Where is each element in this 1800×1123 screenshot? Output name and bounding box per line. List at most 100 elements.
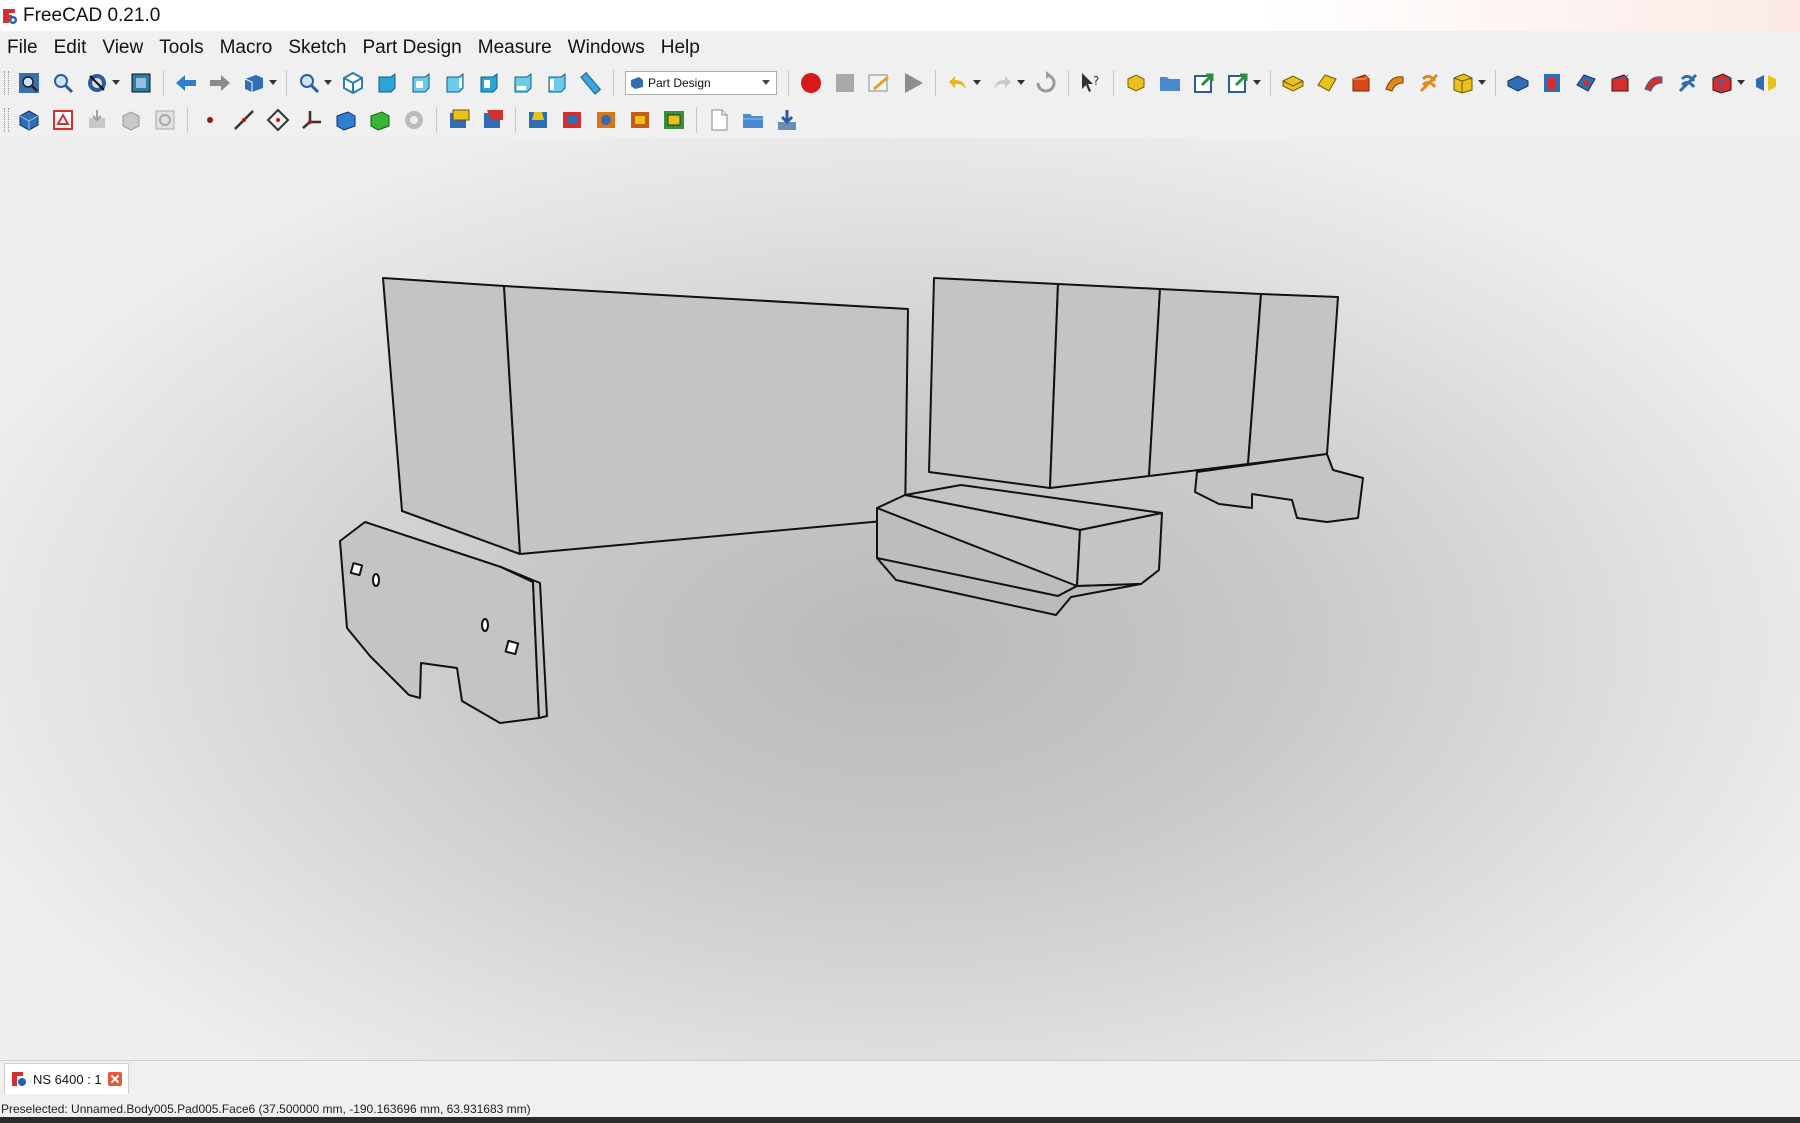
linear-pattern-icon[interactable] (661, 106, 687, 134)
open-document-icon[interactable] (740, 106, 766, 134)
toolbar-grip[interactable] (4, 70, 9, 95)
link-actions-icon[interactable] (1225, 69, 1251, 97)
workbench-selector[interactable]: Part Design (625, 70, 777, 95)
mirrored-icon[interactable] (1753, 69, 1779, 97)
datum-plane-icon[interactable] (265, 106, 291, 134)
subtractive-helix-icon[interactable] (1675, 69, 1701, 97)
pocket-icon[interactable] (1505, 69, 1531, 97)
svg-text:?: ? (1093, 74, 1099, 88)
menu-tools[interactable]: Tools (152, 31, 212, 65)
draw-style-dropdown-arrow[interactable] (112, 80, 120, 85)
additive-primitive-dropdown-arrow[interactable] (1478, 80, 1486, 85)
menu-macro[interactable]: Macro (213, 31, 282, 65)
macro-edit-icon[interactable] (866, 69, 892, 97)
boolean-icon[interactable] (593, 106, 619, 134)
subtractive-primitive-icon[interactable] (1709, 69, 1735, 97)
macro-record-icon[interactable] (798, 69, 824, 97)
draft-icon[interactable] (525, 106, 551, 134)
save-document-icon[interactable] (774, 106, 800, 134)
fit-all-icon[interactable] (16, 69, 42, 97)
menu-sketch[interactable]: Sketch (281, 31, 355, 65)
menu-file[interactable]: File (0, 31, 47, 65)
subtractive-loft-icon[interactable] (1607, 69, 1633, 97)
window-bottom-edge (0, 1117, 1800, 1123)
fillet-icon[interactable] (446, 106, 472, 134)
toolbar-separator (1068, 69, 1069, 96)
zoom-icon[interactable] (296, 69, 322, 97)
create-part-icon[interactable] (1157, 69, 1183, 97)
check-geometry-icon[interactable] (152, 106, 178, 134)
validate-sketch-icon[interactable] (118, 106, 144, 134)
part-design-icon (631, 76, 643, 89)
forward-arrow-icon[interactable] (207, 69, 233, 97)
macro-run-icon[interactable] (900, 69, 926, 97)
toolbar-separator (935, 69, 936, 96)
rear-view-icon[interactable] (476, 69, 502, 97)
create-body-icon[interactable] (1123, 69, 1149, 97)
toolbar-separator (613, 69, 614, 96)
refresh-icon[interactable] (1033, 69, 1059, 97)
document-tab[interactable]: NS 6400 : 1 (4, 1063, 129, 1094)
new-document-icon[interactable] (706, 106, 732, 134)
loft-icon[interactable] (1348, 69, 1374, 97)
hole-icon[interactable] (1539, 69, 1565, 97)
body-icon[interactable] (16, 106, 42, 134)
link-actions-dropdown-arrow[interactable] (1253, 80, 1261, 85)
subshape-binder-icon[interactable] (367, 106, 393, 134)
left-view-icon[interactable] (544, 69, 570, 97)
back-arrow-icon[interactable] (173, 69, 199, 97)
subtractive-primitive-dropdown-arrow[interactable] (1737, 80, 1745, 85)
bottom-view-icon[interactable] (510, 69, 536, 97)
chevron-down-icon (762, 79, 770, 85)
revolution-icon[interactable] (1314, 69, 1340, 97)
menu-help[interactable]: Help (654, 31, 709, 65)
redo-icon[interactable] (989, 69, 1015, 97)
groove-icon[interactable] (1573, 69, 1599, 97)
model-view[interactable] (0, 138, 1800, 1060)
sync-view-icon[interactable] (241, 69, 267, 97)
toolbar-grip[interactable] (4, 107, 9, 132)
pad-icon[interactable] (1280, 69, 1306, 97)
undo-dropdown-arrow[interactable] (973, 80, 981, 85)
top-view-icon[interactable] (408, 69, 434, 97)
subtractive-pipe-icon[interactable] (1641, 69, 1667, 97)
link-icon[interactable] (1191, 69, 1217, 97)
additive-primitive-icon[interactable] (1450, 69, 1476, 97)
right-view-icon[interactable] (442, 69, 468, 97)
draw-style-icon[interactable] (84, 69, 110, 97)
macro-stop-icon[interactable] (832, 69, 858, 97)
3d-viewport[interactable] (0, 138, 1800, 1060)
close-icon[interactable] (107, 1072, 122, 1086)
thickness-icon[interactable] (559, 106, 585, 134)
datum-point-icon[interactable] (197, 106, 223, 134)
clone-icon[interactable] (401, 106, 427, 134)
segmented-box-part[interactable] (928, 277, 1339, 489)
bounding-box-icon[interactable] (128, 69, 154, 97)
menu-part-design[interactable]: Part Design (355, 31, 470, 65)
fit-selection-icon[interactable] (50, 69, 76, 97)
chamfer-icon[interactable] (480, 106, 506, 134)
attach-sketch-icon[interactable] (84, 106, 110, 134)
local-cs-icon[interactable] (299, 106, 325, 134)
pipe-icon[interactable] (1382, 69, 1408, 97)
small-block-part[interactable] (876, 484, 1163, 616)
large-box-part[interactable] (382, 277, 909, 555)
menu-windows[interactable]: Windows (561, 31, 654, 65)
zoom-dropdown-arrow[interactable] (324, 80, 332, 85)
sync-view-dropdown-arrow[interactable] (269, 80, 277, 85)
redo-dropdown-arrow[interactable] (1017, 80, 1025, 85)
measure-distance-icon[interactable] (578, 69, 604, 97)
datum-line-icon[interactable] (231, 106, 257, 134)
undo-icon[interactable] (945, 69, 971, 97)
isometric-view-icon[interactable] (340, 69, 366, 97)
menu-view[interactable]: View (95, 31, 152, 65)
whats-this-icon[interactable]: ? (1078, 69, 1104, 97)
new-sketch-icon[interactable] (50, 106, 76, 134)
menu-measure[interactable]: Measure (471, 31, 561, 65)
toolbar-separator (436, 106, 437, 133)
shape-binder-icon[interactable] (333, 106, 359, 134)
front-view-icon[interactable] (374, 69, 400, 97)
multitransform-icon[interactable] (627, 106, 653, 134)
helix-icon[interactable] (1416, 69, 1442, 97)
menu-edit[interactable]: Edit (47, 31, 96, 65)
